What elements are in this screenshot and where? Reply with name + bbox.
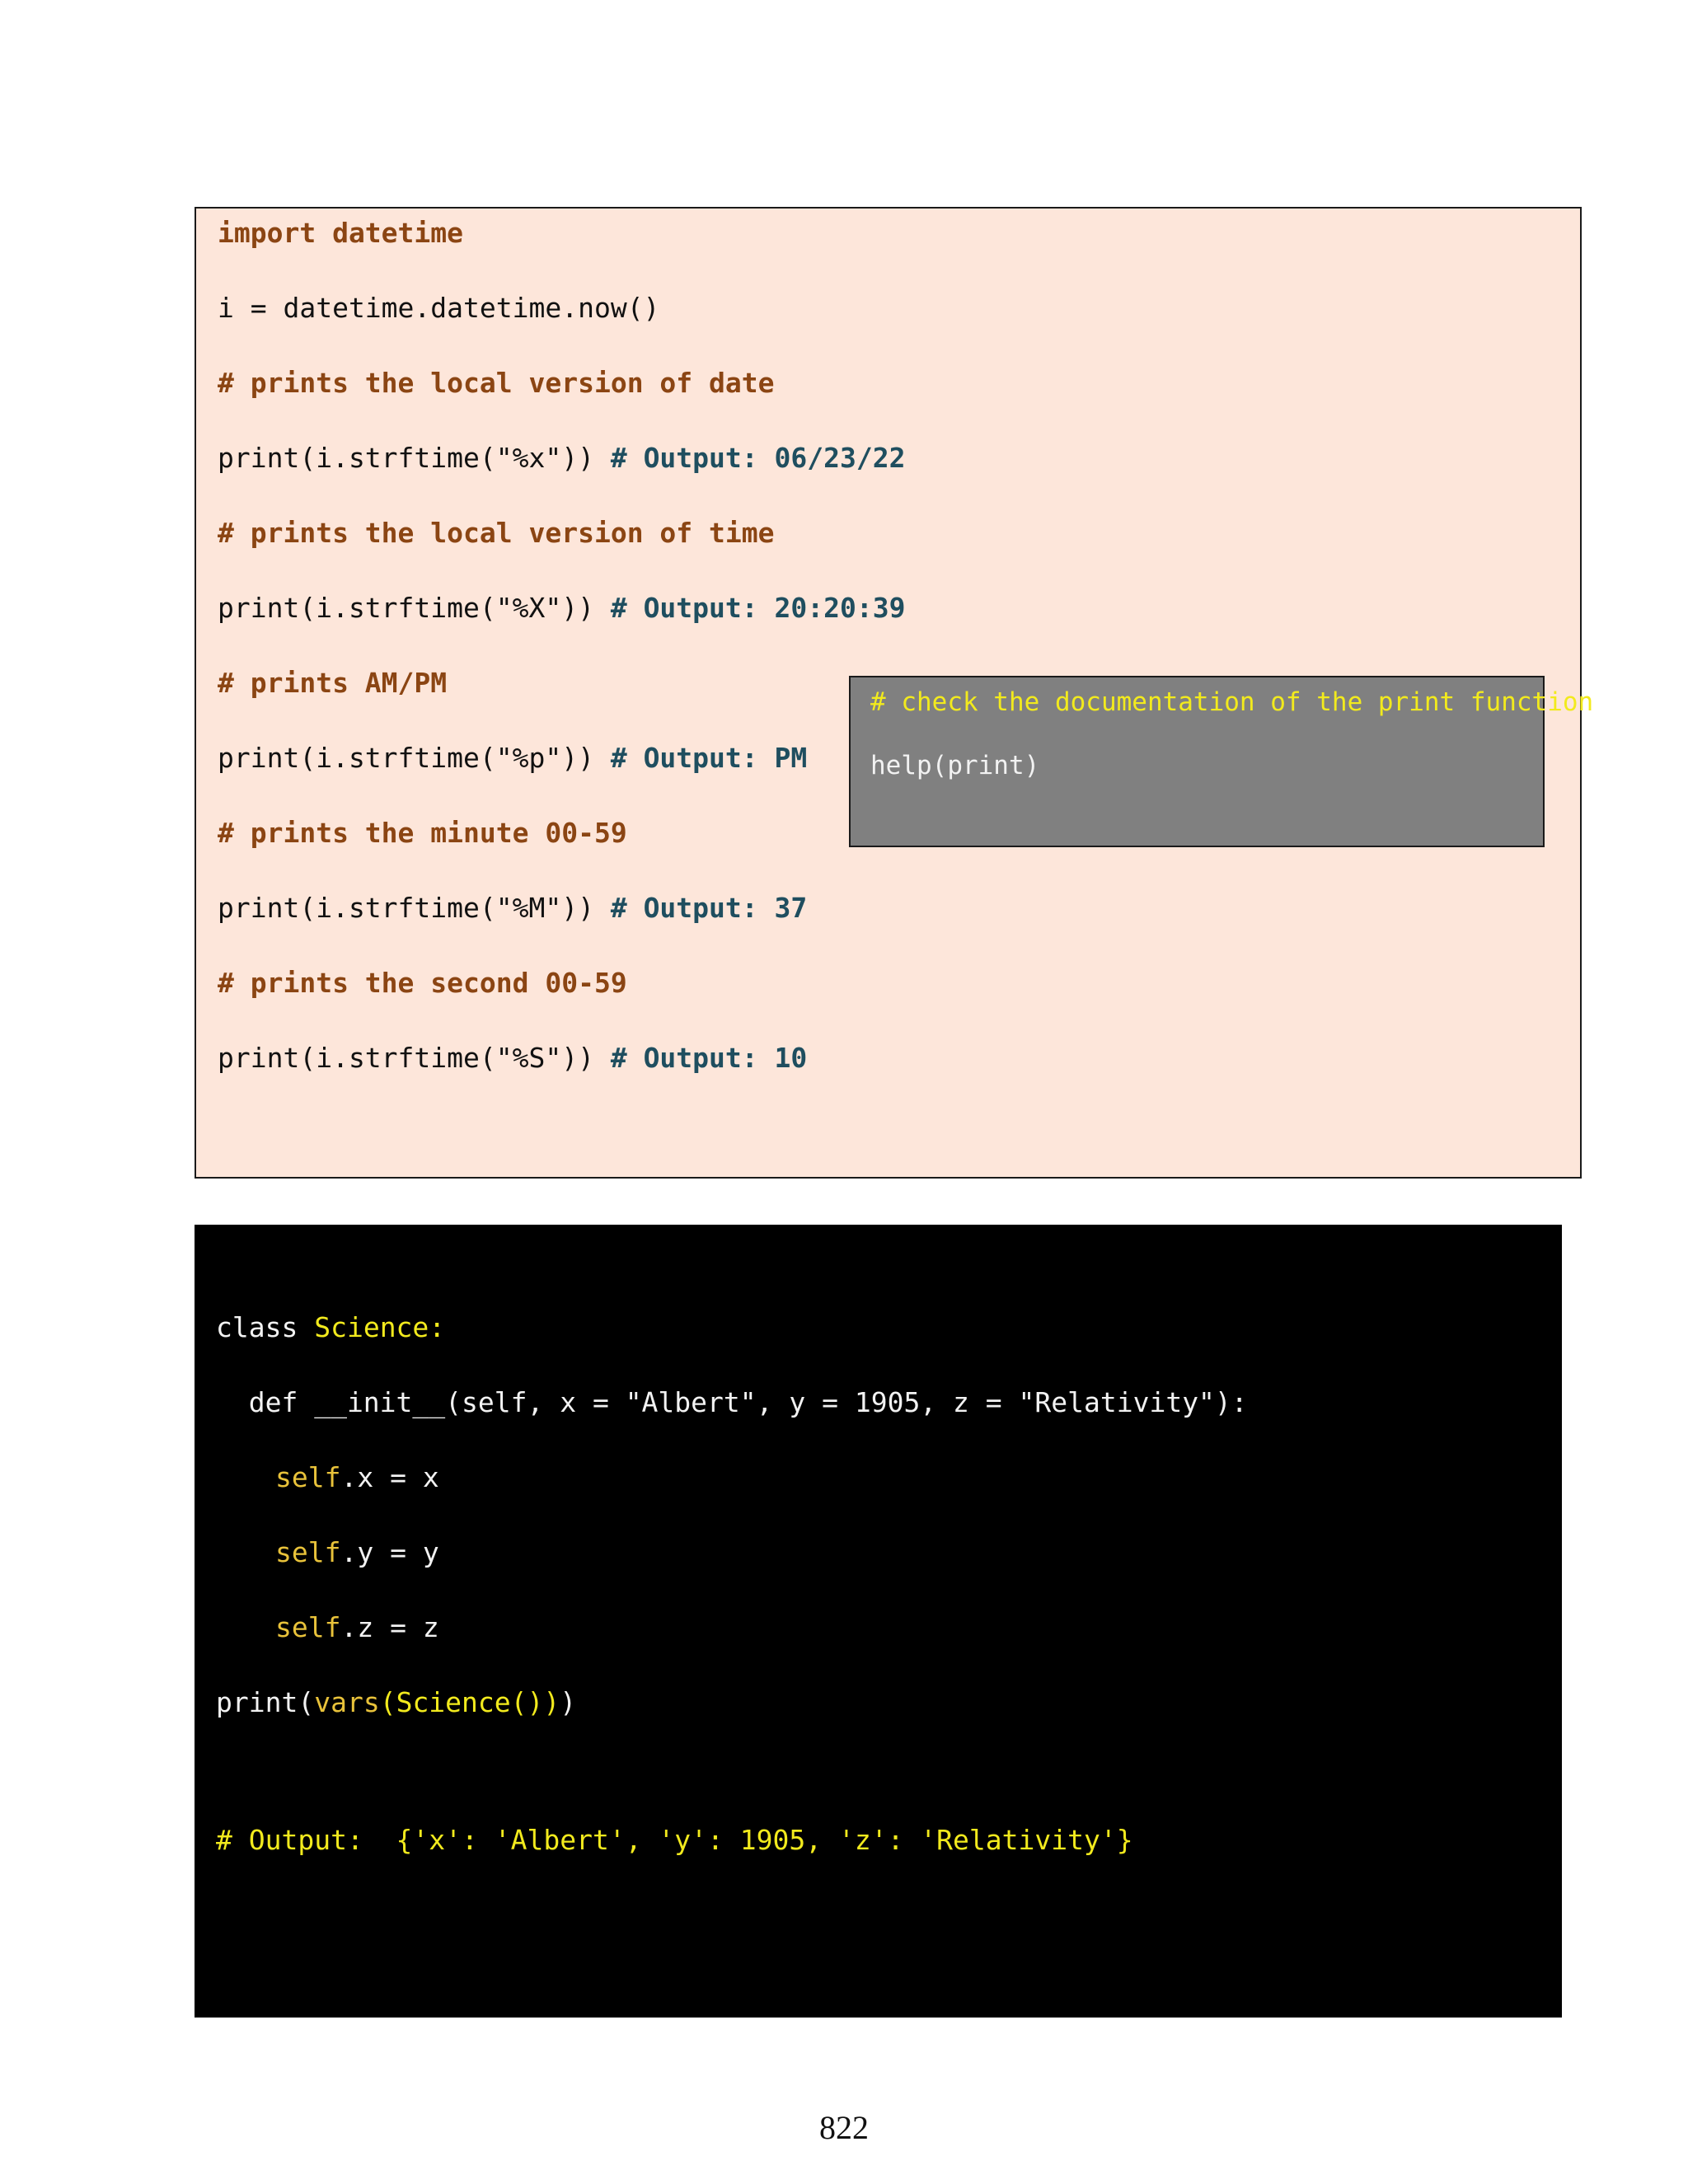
comment-ampm: # prints AM/PM bbox=[218, 667, 448, 699]
comment-second: # prints the second 00-59 bbox=[218, 967, 627, 999]
page-number: 822 bbox=[819, 2109, 869, 2146]
print-ampm-call: print(i.strftime("%p")) bbox=[218, 742, 611, 774]
code-line-import: import datetime bbox=[218, 217, 464, 249]
print-open: print( bbox=[216, 1686, 315, 1718]
print-minute-call: print(i.strftime("%M")) bbox=[218, 892, 611, 924]
code-line-class: class Science: bbox=[216, 1311, 445, 1344]
self-y-assign: .y = y bbox=[340, 1536, 439, 1568]
output-date: # Output: 06/23/22 bbox=[610, 442, 906, 474]
output-ampm: # Output: PM bbox=[610, 742, 808, 774]
code-line-self-z: self.z = z bbox=[275, 1611, 439, 1644]
help-code-block: # check the documentation of the print f… bbox=[849, 676, 1593, 847]
comment-minute: # prints the minute 00-59 bbox=[218, 817, 627, 849]
code-line-self-x: self.x = x bbox=[275, 1461, 439, 1494]
code-line-assign: i = datetime.datetime.now() bbox=[218, 292, 660, 324]
output-time: # Output: 20:20:39 bbox=[610, 592, 906, 624]
class-keyword: class bbox=[216, 1311, 315, 1343]
print-second-call: print(i.strftime("%S")) bbox=[218, 1042, 611, 1074]
science-code-block: class Science: def __init__(self, x = "A… bbox=[195, 1225, 1562, 2018]
class-name: Science: bbox=[314, 1311, 446, 1343]
code-line-print-ampm: print(i.strftime("%p")) # Output: PM bbox=[218, 742, 807, 775]
print-time-call: print(i.strftime("%X")) bbox=[218, 592, 611, 624]
vars-function: vars bbox=[314, 1686, 380, 1718]
code-line-self-y: self.y = y bbox=[275, 1536, 439, 1569]
help-comment: # check the documentation of the print f… bbox=[870, 687, 1594, 717]
self-keyword: self bbox=[275, 1461, 341, 1493]
self-keyword: self bbox=[275, 1611, 341, 1643]
code-line-print-second: print(i.strftime("%S")) # Output: 10 bbox=[218, 1042, 807, 1075]
comment-date: # prints the local version of date bbox=[218, 367, 775, 399]
help-call: help(print) bbox=[870, 751, 1040, 780]
code-line-print-vars: print(vars(Science())) bbox=[216, 1686, 576, 1719]
code-line-print-date: print(i.strftime("%x")) # Output: 06/23/… bbox=[218, 442, 905, 475]
code-line-print-minute: print(i.strftime("%M")) # Output: 37 bbox=[218, 892, 807, 925]
output-minute: # Output: 37 bbox=[610, 892, 808, 924]
print-close: ) bbox=[560, 1686, 577, 1718]
self-x-assign: .x = x bbox=[340, 1461, 439, 1493]
vars-argument: (Science()) bbox=[379, 1686, 560, 1718]
print-date-call: print(i.strftime("%x")) bbox=[218, 442, 611, 474]
code-line-def: def __init__(self, x = "Albert", y = 190… bbox=[216, 1386, 1248, 1418]
self-keyword: self bbox=[275, 1536, 341, 1568]
self-z-assign: .z = z bbox=[340, 1611, 439, 1643]
output-comment: # Output: {'x': 'Albert', 'y': 1905, 'z'… bbox=[216, 1824, 1133, 1856]
output-second: # Output: 10 bbox=[610, 1042, 808, 1074]
comment-time: # prints the local version of time bbox=[218, 517, 775, 549]
code-line-print-time: print(i.strftime("%X")) # Output: 20:20:… bbox=[218, 592, 905, 625]
